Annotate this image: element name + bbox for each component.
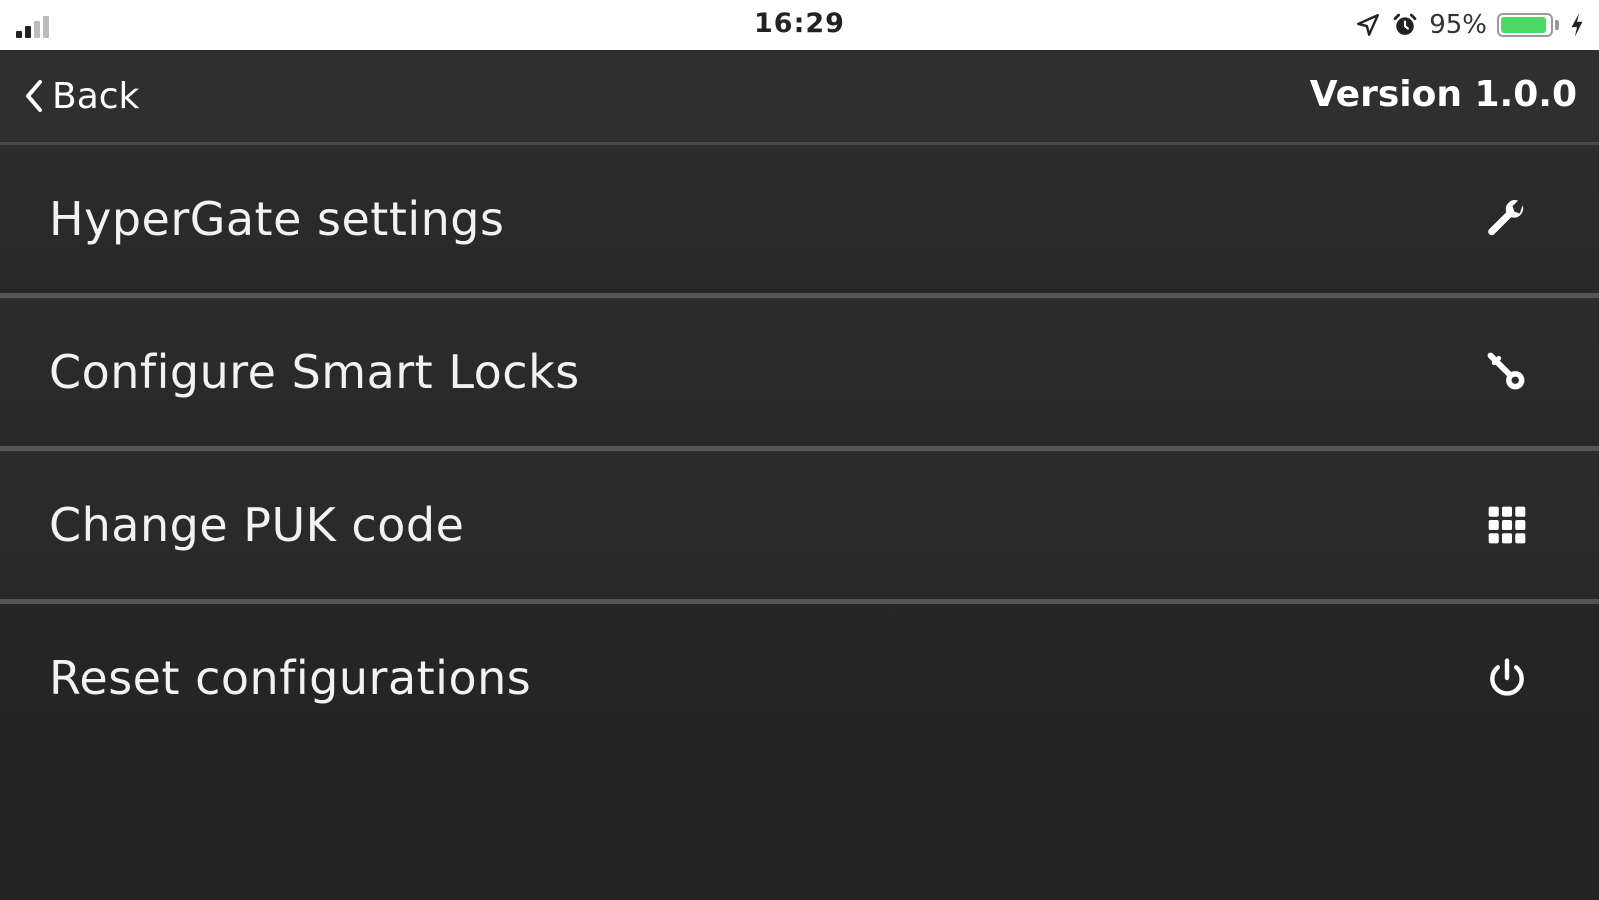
menu-item-reset-configurations[interactable]: Reset configurations [0, 604, 1599, 752]
status-bar: 16:29 95% [0, 0, 1599, 50]
battery-cap [1555, 20, 1559, 30]
wrench-icon [1488, 200, 1524, 236]
charging-bolt-icon [1571, 13, 1583, 37]
battery-fill [1501, 17, 1547, 33]
settings-screen: 16:29 95% Back Version 1.0.0 HyperGate s… [0, 0, 1599, 900]
status-right-group: 95% [1355, 8, 1585, 42]
keypad-grid-icon [1488, 506, 1526, 544]
menu-item-label: Reset configurations [49, 651, 532, 705]
power-icon [1490, 658, 1524, 696]
menu-item-hypergate-settings[interactable]: HyperGate settings [0, 145, 1599, 298]
menu-item-configure-smart-locks[interactable]: Configure Smart Locks [0, 298, 1599, 451]
chevron-left-icon [26, 80, 42, 112]
alarm-clock-icon [1393, 13, 1417, 35]
menu-item-label: HyperGate settings [49, 192, 505, 246]
version-label: Version 1.0.0 [1309, 74, 1577, 115]
navigation-bar: Back Version 1.0.0 [0, 50, 1599, 145]
battery-percent: 95% [1429, 10, 1487, 40]
key-icon [1487, 352, 1525, 390]
back-label: Back [52, 75, 140, 117]
settings-menu: HyperGate settings Configure Smart Locks… [0, 145, 1599, 752]
menu-item-label: Configure Smart Locks [49, 345, 580, 399]
location-arrow-icon [1357, 14, 1380, 36]
battery-icon [1497, 13, 1553, 37]
back-button[interactable]: Back [22, 72, 139, 120]
menu-item-change-puk-code[interactable]: Change PUK code [0, 451, 1599, 604]
menu-item-label: Change PUK code [49, 498, 465, 552]
